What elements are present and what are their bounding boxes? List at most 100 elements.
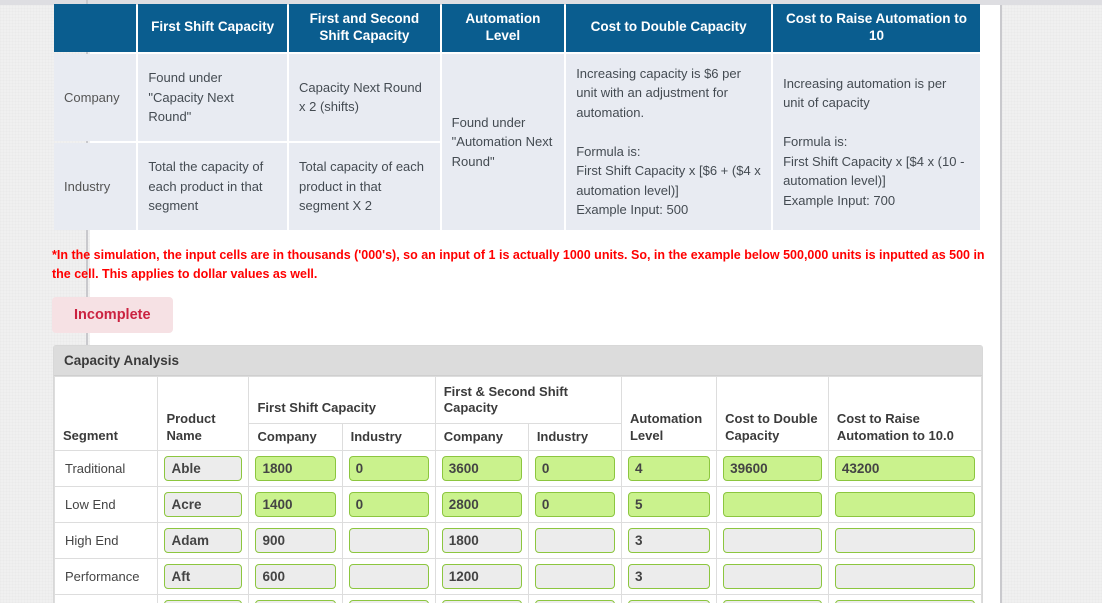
cost-to-double-capacity-input[interactable] <box>723 527 822 553</box>
table-row: Low End <box>53 485 983 523</box>
cost-to-raise-automation-input[interactable] <box>834 491 975 517</box>
cost-to-raise-automation-input[interactable] <box>834 455 975 481</box>
page-background: First Shift Capacity First and Second Sh… <box>0 0 1102 603</box>
grid-header-automation-level: Automation Level <box>620 376 718 451</box>
reference-row-label-industry: Industry <box>54 142 137 230</box>
reference-row-label-company: Company <box>54 53 137 141</box>
first-shift-industry-cell <box>341 521 436 559</box>
first-second-shift-company-cell <box>434 449 529 487</box>
reference-company-first-second-shift: Capacity Next Round x 2 (shifts) <box>289 53 440 141</box>
segment-label: Low End <box>53 485 159 523</box>
first-second-shift-industry-input[interactable] <box>534 527 615 553</box>
first-shift-industry-input[interactable] <box>348 527 429 553</box>
automation-level-cell <box>620 449 718 487</box>
first-second-shift-company-cell <box>434 593 529 603</box>
first-second-shift-company-input[interactable] <box>441 491 522 517</box>
first-second-shift-industry-cell <box>527 449 622 487</box>
reference-row-company: Company Found under "Capacity Next Round… <box>54 53 980 230</box>
capacity-analysis-panel: Capacity Analysis Segment Product Name F… <box>53 345 983 603</box>
first-second-shift-industry-cell <box>527 485 622 523</box>
automation-level-cell <box>620 521 718 559</box>
first-second-shift-industry-input[interactable] <box>534 563 615 589</box>
table-row: Traditional <box>53 449 983 487</box>
reference-header-first-and-second-shift-capacity: First and Second Shift Capacity <box>289 4 440 52</box>
first-second-shift-company-cell <box>434 485 529 523</box>
first-shift-industry-input[interactable] <box>348 455 429 481</box>
first-shift-company-cell <box>248 521 343 559</box>
reference-cost-to-double-desc: Increasing capacity is $6 per unit with … <box>566 53 772 230</box>
cost-to-raise-automation-cell <box>827 485 983 523</box>
product-name-cell <box>157 557 250 595</box>
first-second-shift-industry-cell <box>527 593 622 603</box>
reference-industry-first-second-shift: Total capacity of each product in that s… <box>289 142 440 230</box>
first-second-shift-company-input[interactable] <box>441 527 522 553</box>
grid-subheader-fss-company: Company <box>434 422 529 451</box>
first-shift-industry-cell <box>341 485 436 523</box>
units-note: *In the simulation, the input cells are … <box>52 248 985 282</box>
automation-level-cell <box>620 557 718 595</box>
automation-level-cell <box>620 593 718 603</box>
grid-subheader-fs-industry: Industry <box>341 422 436 451</box>
cost-to-double-capacity-input[interactable] <box>723 563 822 589</box>
first-shift-industry-cell <box>341 557 436 595</box>
table-row: Size <box>53 593 983 603</box>
reference-header-cost-to-raise-automation: Cost to Raise Automation to 10 <box>773 4 980 52</box>
cost-to-double-capacity-cell <box>716 593 829 603</box>
first-shift-company-input[interactable] <box>255 491 336 517</box>
product-name-input[interactable] <box>164 527 243 553</box>
grid-subheader-fss-industry: Industry <box>527 422 622 451</box>
product-name-cell <box>157 485 250 523</box>
first-second-shift-industry-input[interactable] <box>534 455 615 481</box>
automation-level-input[interactable] <box>627 491 711 517</box>
product-name-input[interactable] <box>164 491 243 517</box>
grid-subheader-fs-company: Company <box>248 422 343 451</box>
first-second-shift-company-cell <box>434 521 529 559</box>
segment-label: Size <box>53 593 159 603</box>
reference-table: First Shift Capacity First and Second Sh… <box>52 2 982 232</box>
cost-to-raise-automation-cell <box>827 449 983 487</box>
first-second-shift-industry-input[interactable] <box>534 491 615 517</box>
segment-label: Traditional <box>53 449 159 487</box>
first-shift-industry-cell <box>341 593 436 603</box>
product-name-input[interactable] <box>164 563 243 589</box>
segment-label: High End <box>53 521 159 559</box>
reference-automation-level-desc: Found under "Automation Next Round" <box>441 53 565 230</box>
first-shift-company-input[interactable] <box>255 563 336 589</box>
cost-to-double-capacity-cell <box>716 521 829 559</box>
grid-header-cost-to-double-capacity: Cost to Double Capacity <box>716 376 829 451</box>
product-name-input[interactable] <box>164 455 243 481</box>
grid-header-first-second-shift-capacity: First & Second Shift Capacity <box>434 376 622 424</box>
automation-level-input[interactable] <box>627 527 711 553</box>
first-shift-company-cell <box>248 449 343 487</box>
product-name-cell <box>157 593 250 603</box>
cost-to-raise-automation-input[interactable] <box>834 563 975 589</box>
grid-header-cost-to-raise-automation: Cost to Raise Automation to 10.0 <box>827 376 983 451</box>
first-second-shift-company-cell <box>434 557 529 595</box>
cost-to-raise-automation-cell <box>827 593 983 603</box>
segment-label: Performance <box>53 557 159 595</box>
first-second-shift-company-input[interactable] <box>441 455 522 481</box>
first-shift-company-input[interactable] <box>255 455 336 481</box>
first-second-shift-industry-cell <box>527 521 622 559</box>
grid-header-segment: Segment <box>53 376 159 451</box>
cost-to-raise-automation-cell <box>827 521 983 559</box>
status-wrapper: Incomplete <box>52 297 173 333</box>
grid-header-first-shift-capacity: First Shift Capacity <box>248 376 436 424</box>
grid-header-product-name: Product Name <box>157 376 250 451</box>
automation-level-cell <box>620 485 718 523</box>
reference-header-automation-level: Automation Level <box>441 4 565 52</box>
cost-to-raise-automation-input[interactable] <box>834 527 975 553</box>
first-shift-industry-input[interactable] <box>348 491 429 517</box>
first-shift-industry-cell <box>341 449 436 487</box>
status-badge-incomplete[interactable]: Incomplete <box>52 297 173 333</box>
automation-level-input[interactable] <box>627 455 711 481</box>
automation-level-input[interactable] <box>627 563 711 589</box>
cost-to-double-capacity-input[interactable] <box>723 491 822 517</box>
cost-to-double-capacity-input[interactable] <box>723 455 822 481</box>
first-shift-industry-input[interactable] <box>348 563 429 589</box>
reference-cost-to-raise-desc: Increasing automation is per unit of cap… <box>773 53 980 230</box>
first-second-shift-company-input[interactable] <box>441 563 522 589</box>
cost-to-double-capacity-cell <box>716 485 829 523</box>
first-shift-company-cell <box>248 593 343 603</box>
first-shift-company-input[interactable] <box>255 527 336 553</box>
